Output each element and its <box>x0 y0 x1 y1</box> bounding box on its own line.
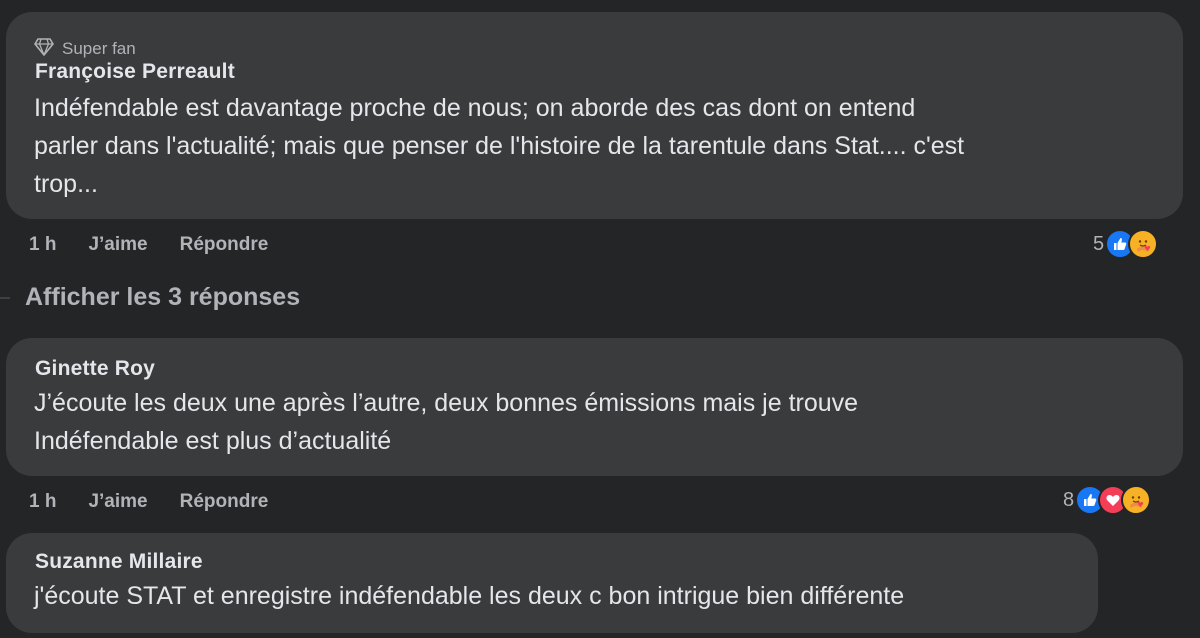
reactions-summary[interactable]: 8 <box>1063 485 1152 515</box>
comment-actions: 1 h J’aime Répondre <box>29 491 268 513</box>
comment-author[interactable]: Ginette Roy <box>35 357 155 381</box>
comment-text-line: Indéfendable est plus d’actualité <box>34 427 392 455</box>
comment-text-line: J’écoute les deux une après l’autre, deu… <box>34 389 859 417</box>
super-fan-badge[interactable]: Super fan <box>34 37 136 61</box>
care-icon <box>1128 229 1159 259</box>
diamond-icon <box>34 37 54 61</box>
badge-label: Super fan <box>62 39 136 58</box>
thread-connector-line <box>0 297 10 299</box>
reactions-summary[interactable]: 5 <box>1093 229 1159 259</box>
comment-timestamp[interactable]: 1 h <box>29 234 56 256</box>
view-replies-link[interactable]: Afficher les 3 réponses <box>25 283 300 312</box>
comment-author[interactable]: Françoise Perreault <box>35 60 235 84</box>
comment-bubble: Super fan Françoise Perreault Indéfendab… <box>6 12 1183 219</box>
reaction-count: 5 <box>1093 232 1105 255</box>
like-button[interactable]: J’aime <box>88 491 147 513</box>
comment-text-line: j'écoute STAT et enregistre indéfendable… <box>34 582 905 610</box>
comments-section: Super fan Françoise Perreault Indéfendab… <box>0 0 1200 638</box>
like-button[interactable]: J’aime <box>88 234 147 256</box>
comment-timestamp[interactable]: 1 h <box>29 491 56 513</box>
comment-text-line: trop... <box>34 170 98 198</box>
reply-button[interactable]: Répondre <box>180 491 269 513</box>
comment-actions: 1 h J’aime Répondre <box>29 234 268 256</box>
reaction-count: 8 <box>1063 488 1075 511</box>
care-icon <box>1121 485 1152 515</box>
comment-bubble: Suzanne Millaire j'écoute STAT et enregi… <box>6 533 1098 633</box>
comment-author[interactable]: Suzanne Millaire <box>35 550 203 574</box>
reply-button[interactable]: Répondre <box>180 234 269 256</box>
comment-bubble: Ginette Roy J’écoute les deux une après … <box>6 338 1183 476</box>
comment-text-line: Indéfendable est davantage proche de nou… <box>34 94 916 122</box>
comment-text-line: parler dans l'actualité; mais que penser… <box>34 132 965 160</box>
